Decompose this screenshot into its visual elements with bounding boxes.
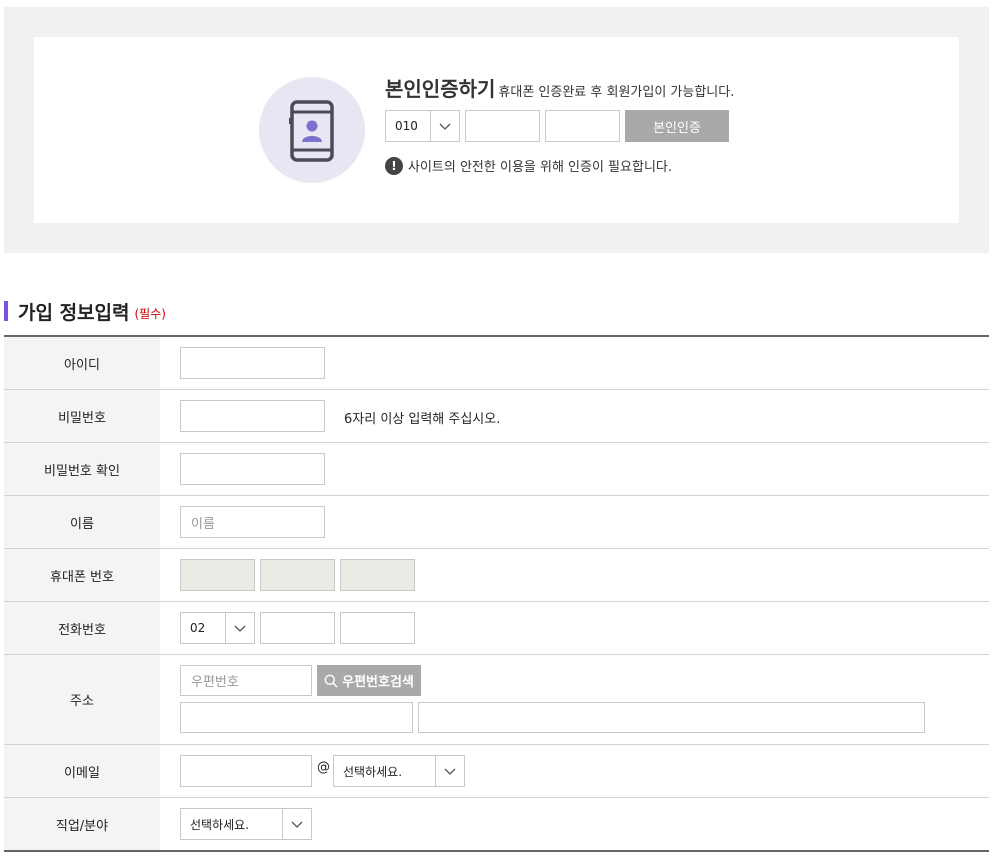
verification-note: ! 사이트의 안전한 이용을 위해 인증이 필요합니다. — [385, 156, 672, 175]
area-code-value: 02 — [190, 621, 206, 635]
email-field-cell: @ 선택하세요. — [160, 745, 989, 797]
id-input[interactable] — [180, 347, 325, 379]
form-row-name: 이름 이름 — [4, 496, 989, 549]
verification-box: 본인인증하기 휴대폰 인증완료 후 회원가입이 가능합니다. 010 본인인증 !… — [34, 37, 959, 223]
form-row-mobile: 휴대폰 번호 — [4, 549, 989, 602]
phone-prefix-value: 010 — [395, 119, 418, 133]
form-row-id: 아이디 — [4, 337, 989, 390]
name-input[interactable]: 이름 — [180, 506, 325, 538]
verification-note-text: 사이트의 안전한 이용을 위해 인증이 필요합니다. — [408, 160, 672, 175]
password-confirm-cell — [160, 443, 989, 495]
form-row-job: 직업/분야 선택하세요. — [4, 798, 989, 850]
mobile-middle-input — [260, 559, 335, 591]
email-label: 이메일 — [4, 745, 160, 797]
email-domain-select[interactable]: 선택하세요. — [333, 755, 465, 787]
verification-title: 본인인증하기 — [385, 77, 496, 101]
job-label: 직업/분야 — [4, 798, 160, 850]
mobile-field-cell — [160, 549, 989, 601]
phone-prefix-select[interactable]: 010 — [385, 110, 460, 142]
id-label: 아이디 — [4, 337, 160, 389]
password-label: 비밀번호 — [4, 390, 160, 442]
phone-label: 전화번호 — [4, 602, 160, 654]
chevron-down-icon — [225, 613, 254, 643]
address-field-cell: 우편번호 우편번호검색 — [160, 655, 989, 744]
section-title: 가입 정보입력 (필수) — [4, 300, 166, 324]
job-select-value: 선택하세요. — [190, 817, 250, 832]
mobile-last-input — [340, 559, 415, 591]
email-domain-value: 선택하세요. — [343, 764, 403, 779]
section-accent-bar — [4, 301, 8, 321]
phone-last-input[interactable] — [340, 612, 415, 644]
password-confirm-input[interactable] — [180, 453, 325, 485]
form-row-email: 이메일 @ 선택하세요. — [4, 745, 989, 798]
name-label: 이름 — [4, 496, 160, 548]
phone-middle-input[interactable] — [260, 612, 335, 644]
required-tag: (필수) — [134, 306, 166, 321]
password-confirm-label: 비밀번호 확인 — [4, 443, 160, 495]
verify-phone-middle-input[interactable] — [465, 110, 540, 142]
email-at-sign: @ — [317, 760, 330, 775]
form-row-address: 주소 우편번호 우편번호검색 — [4, 655, 989, 745]
password-hint: 6자리 이상 입력해 주십시오. — [344, 412, 501, 427]
verification-panel: 본인인증하기 휴대폰 인증완료 후 회원가입이 가능합니다. 010 본인인증 !… — [4, 7, 989, 253]
form-row-password: 비밀번호 6자리 이상 입력해 주십시오. — [4, 390, 989, 443]
chevron-down-icon — [282, 809, 311, 839]
zipcode-search-label: 우편번호검색 — [342, 675, 414, 690]
job-field-cell: 선택하세요. — [160, 798, 989, 850]
section-title-text: 가입 정보입력 — [18, 301, 130, 324]
area-code-select[interactable]: 02 — [180, 612, 255, 644]
mobile-label: 휴대폰 번호 — [4, 549, 160, 601]
address-label: 주소 — [4, 655, 160, 744]
address-detail-input[interactable] — [418, 702, 925, 733]
password-field-cell: 6자리 이상 입력해 주십시오. — [160, 390, 989, 442]
verify-button[interactable]: 본인인증 — [625, 110, 729, 142]
zipcode-search-button[interactable]: 우편번호검색 — [317, 665, 421, 696]
id-field-cell — [160, 337, 989, 389]
job-select[interactable]: 선택하세요. — [180, 808, 312, 840]
email-id-input[interactable] — [180, 755, 312, 787]
verification-description: 휴대폰 인증완료 후 회원가입이 가능합니다. — [498, 85, 735, 100]
signup-form-table: 아이디 비밀번호 6자리 이상 입력해 주십시오. 비밀번호 확인 이름 이름 … — [4, 335, 989, 852]
chevron-down-icon — [430, 111, 459, 141]
verify-phone-last-input[interactable] — [545, 110, 620, 142]
search-icon — [324, 674, 338, 687]
name-field-cell: 이름 — [160, 496, 989, 548]
verification-controls: 010 본인인증 — [385, 110, 729, 142]
phone-field-cell: 02 — [160, 602, 989, 654]
password-input[interactable] — [180, 400, 325, 432]
zipcode-input[interactable]: 우편번호 — [180, 665, 312, 696]
address-main-input[interactable] — [180, 702, 413, 733]
mobile-first-input — [180, 559, 255, 591]
form-row-phone: 전화번호 02 — [4, 602, 989, 655]
mobile-person-icon — [259, 77, 365, 183]
alert-icon: ! — [385, 156, 403, 175]
form-row-password-confirm: 비밀번호 확인 — [4, 443, 989, 496]
chevron-down-icon — [435, 756, 464, 786]
verification-title-row: 본인인증하기 휴대폰 인증완료 후 회원가입이 가능합니다. — [385, 73, 734, 102]
